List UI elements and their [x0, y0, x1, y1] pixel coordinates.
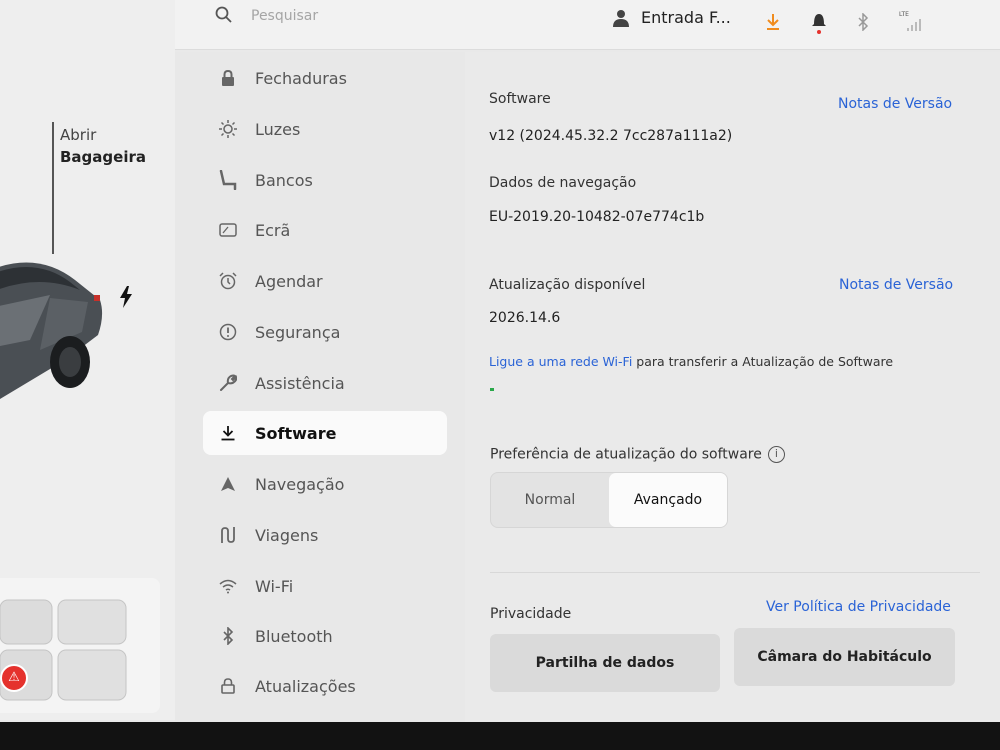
sidebar-item-display[interactable]: Ecrã [203, 208, 447, 252]
seat-layout-icon [0, 599, 127, 701]
privacy-title: Privacidade [490, 606, 572, 622]
profile-name: Entrada F... [641, 8, 731, 27]
alert-circle-icon [217, 321, 239, 343]
seat-icon [217, 169, 239, 191]
sidebar-item-seats[interactable]: Bancos [203, 158, 447, 202]
sidebar-item-locks[interactable]: Fechaduras [203, 56, 447, 100]
software-title: Software [489, 91, 551, 107]
alarm-clock-icon [217, 270, 239, 292]
privacy-policy-link[interactable]: Ver Política de Privacidade [766, 599, 951, 615]
connect-wifi-link[interactable]: Ligue a uma rede Wi-Fi [489, 354, 632, 369]
section-divider [490, 572, 980, 573]
sidebar-item-label: Segurança [255, 322, 341, 342]
seatbelt-warning-icon: ⚠ [0, 664, 28, 692]
wifi-requirement-message: Ligue a uma rede Wi-Fi para transferir a… [489, 354, 893, 369]
top-bar: Entrada F... LTE [175, 0, 1000, 50]
lock-icon [217, 67, 239, 89]
download-icon [217, 422, 239, 444]
sidebar-item-lights[interactable]: Luzes [203, 107, 447, 151]
sidebar-item-service[interactable]: Assistência [203, 361, 447, 405]
update-available-title: Atualização disponível [489, 277, 646, 293]
sidebar-item-label: Assistência [255, 373, 345, 393]
lock-open-icon [217, 675, 239, 697]
bluetooth-status-icon [858, 13, 869, 31]
trips-icon [217, 524, 239, 546]
info-icon[interactable]: i [767, 446, 785, 463]
sidebar-item-label: Atualizações [255, 676, 356, 696]
search-input[interactable] [251, 4, 531, 28]
sidebar-item-wifi[interactable]: Wi-Fi [203, 564, 447, 608]
nav-data-title: Dados de navegação [489, 175, 637, 191]
bell-icon[interactable] [811, 10, 827, 34]
update-release-notes-link[interactable]: Notas de Versão [839, 277, 953, 293]
download-update-icon[interactable] [765, 13, 781, 31]
bluetooth-icon [217, 625, 239, 647]
open-trunk-button[interactable]: Abrir Bagageira [60, 124, 146, 168]
wifi-message-text: para transferir a Atualização de Softwar… [632, 354, 894, 369]
charging-bolt-icon [120, 286, 132, 308]
sidebar-item-schedule[interactable]: Agendar [203, 259, 447, 303]
person-icon [613, 9, 629, 27]
wrench-icon [217, 372, 239, 394]
sidebar-item-label: Navegação [255, 474, 345, 494]
open-trunk-label-line1: Abrir [60, 126, 97, 144]
light-icon [217, 118, 239, 140]
sidebar-item-label: Agendar [255, 271, 323, 291]
sidebar-item-label: Fechaduras [255, 68, 347, 88]
data-sharing-button[interactable]: Partilha de dados [490, 634, 720, 692]
sidebar-item-safety[interactable]: Segurança [203, 310, 447, 354]
car-image [0, 262, 103, 399]
update-preference-title: Preferência de atualização do software i [490, 446, 785, 463]
trunk-indicator-line [52, 122, 54, 254]
software-settings-panel: Software Notas de Versão v12 (2024.45.32… [465, 52, 1000, 722]
sidebar-item-trips[interactable]: Viagens [203, 513, 447, 557]
sidebar-item-label: Ecrã [255, 220, 291, 240]
nav-data-version: EU-2019.20-10482-07e774c1b [489, 209, 705, 225]
software-version: v12 (2024.45.32.2 7cc287a111a2) [489, 128, 733, 144]
preference-normal-option[interactable]: Normal [491, 473, 609, 527]
wifi-icon [217, 575, 239, 597]
display-icon [217, 219, 239, 241]
screen-bezel [0, 722, 1000, 750]
sidebar-item-updates[interactable]: Atualizações [203, 664, 447, 708]
status-icons: LTE [765, 10, 925, 34]
sidebar-item-label: Software [255, 423, 337, 443]
release-notes-link[interactable]: Notas de Versão [838, 96, 952, 112]
preference-advanced-option[interactable]: Avançado [609, 473, 727, 527]
sidebar-item-label: Bancos [255, 170, 313, 190]
navigation-arrow-icon [217, 473, 239, 495]
seat-status-card[interactable] [0, 578, 160, 713]
update-preference-label: Preferência de atualização do software [490, 446, 762, 463]
open-trunk-label-line2: Bagageira [60, 148, 146, 166]
driver-profile[interactable]: Entrada F... [613, 8, 731, 27]
sidebar-item-software[interactable]: Software [203, 411, 447, 455]
lte-signal-icon: LTE [899, 11, 925, 33]
settings-sidebar: Fechaduras Luzes Bancos Ecrã Agendar Seg… [175, 52, 465, 722]
sidebar-item-bluetooth[interactable]: Bluetooth [203, 614, 447, 658]
sidebar-item-label: Wi-Fi [255, 576, 294, 596]
sidebar-item-label: Bluetooth [255, 626, 333, 646]
sidebar-item-label: Viagens [255, 525, 319, 545]
cabin-camera-button[interactable]: Câmara do Habitáculo [734, 628, 955, 686]
download-progress-indicator [490, 388, 494, 391]
vehicle-panel: Abrir Bagageira ⚠ [0, 0, 175, 720]
sidebar-item-label: Luzes [255, 119, 301, 139]
update-version: 2026.14.6 [489, 310, 561, 326]
search-icon [215, 6, 232, 23]
sidebar-item-navigation[interactable]: Navegação [203, 462, 447, 506]
update-preference-toggle: Normal Avançado [490, 472, 728, 528]
